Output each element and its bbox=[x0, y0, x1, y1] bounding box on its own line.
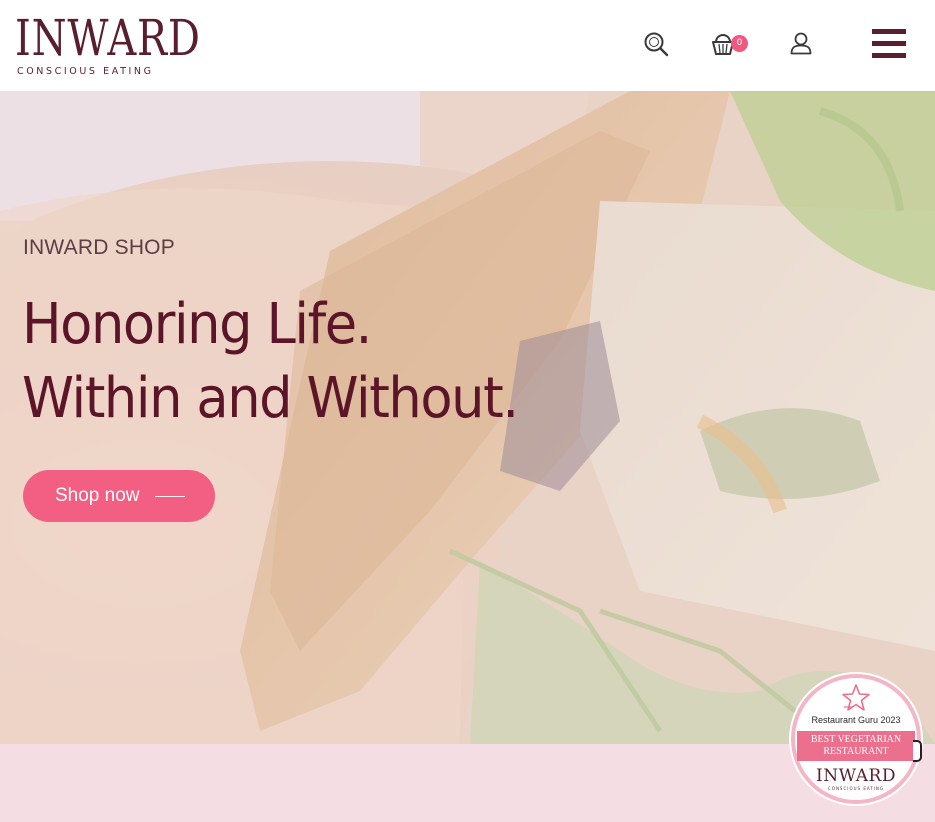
hero-headline: Honoring Life. Within and Without. bbox=[22, 288, 519, 436]
brand-tagline: CONSCIOUS EATING bbox=[17, 66, 154, 77]
brand-logo[interactable]: INWARD CONSCIOUS EATING bbox=[15, 8, 200, 80]
brand-logo-wordmark: INWARD bbox=[15, 9, 201, 67]
user-icon[interactable] bbox=[790, 32, 812, 55]
shop-now-label: Shop now bbox=[55, 485, 140, 506]
hero-headline-line-2: Within and Without. bbox=[22, 366, 519, 431]
hamburger-menu-icon[interactable] bbox=[872, 29, 906, 58]
hero-eyebrow: INWARD SHOP bbox=[23, 236, 175, 259]
award-badge[interactable]: Restaurant Guru 2023 BEST VEGETARIAN RES… bbox=[791, 674, 921, 804]
arrow-line-icon bbox=[154, 495, 185, 497]
hero-headline-line-1: Honoring Life. bbox=[22, 292, 372, 357]
shop-now-button[interactable]: Shop now bbox=[23, 470, 215, 522]
award-ribbon-line-1: BEST VEGETARIAN bbox=[810, 734, 902, 745]
award-ribbon-line-2: RESTAURANT bbox=[823, 746, 889, 757]
cart-count-badge: 0 bbox=[731, 35, 748, 52]
star-icon bbox=[842, 684, 870, 711]
search-icon[interactable] bbox=[643, 31, 669, 57]
award-logo-tagline: CONSCIOUS EATING bbox=[828, 786, 884, 791]
hero-section: INWARD SHOP Honoring Life. Within and Wi… bbox=[0, 91, 935, 744]
site-header: INWARD CONSCIOUS EATING 0 bbox=[0, 0, 935, 91]
award-logo: INWARD bbox=[816, 766, 896, 786]
award-ribbon: BEST VEGETARIAN RESTAURANT bbox=[797, 731, 915, 761]
award-title: Restaurant Guru 2023 bbox=[811, 715, 901, 725]
badge-close-handle[interactable] bbox=[913, 740, 922, 762]
